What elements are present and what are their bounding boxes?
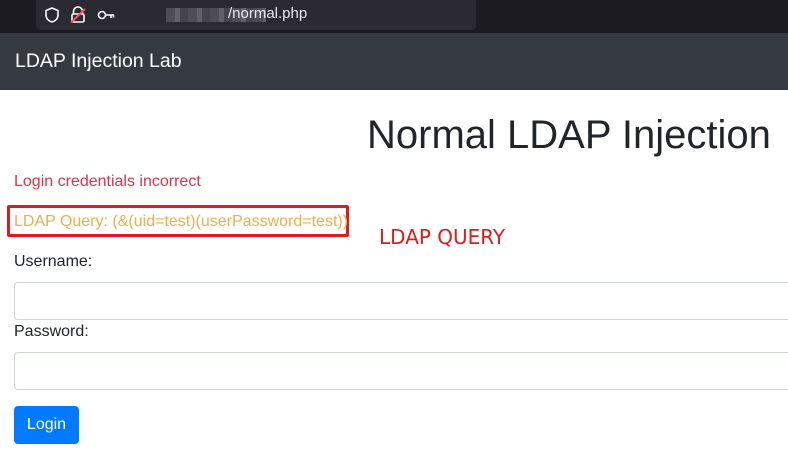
password-label: Password: — [14, 323, 89, 340]
shield-icon[interactable] — [42, 5, 62, 25]
username-label: Username: — [14, 253, 93, 270]
error-message: Login credentials incorrect — [14, 173, 201, 190]
password-input[interactable] — [14, 352, 788, 390]
page-title: Normal LDAP Injection — [367, 113, 771, 157]
page-lock-icon[interactable] — [68, 5, 88, 25]
navbar-brand[interactable]: LDAP Injection Lab — [15, 50, 182, 73]
key-icon[interactable] — [96, 5, 116, 25]
browser-toolbar: /normal.php — [0, 0, 788, 33]
ldap-query-text: LDAP Query: (&(uid=test)(userPassword=te… — [14, 213, 349, 230]
username-input[interactable] — [14, 282, 788, 320]
login-button[interactable]: Login — [14, 406, 79, 444]
url-path[interactable]: /normal.php — [228, 5, 307, 22]
annotation-label: LDAP QUERY — [379, 225, 506, 249]
